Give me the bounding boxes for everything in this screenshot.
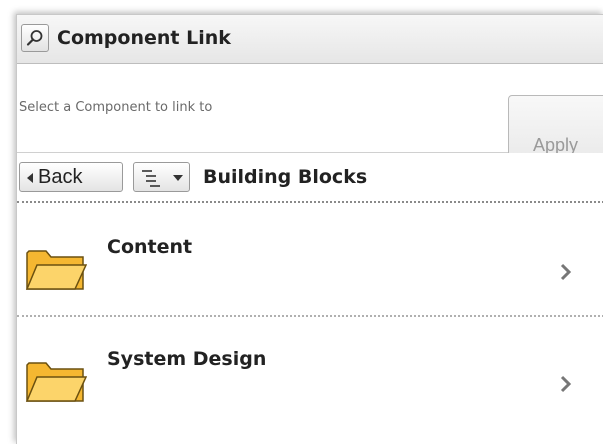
- breadcrumb: Building Blocks: [203, 166, 368, 188]
- view-options-button[interactable]: [133, 162, 190, 192]
- search-icon: [26, 30, 43, 46]
- list-item-label: System Design: [107, 348, 267, 370]
- navigation-bar: Back Building Blocks: [17, 153, 603, 203]
- search-button[interactable]: [21, 24, 49, 52]
- folder-icon: [25, 362, 87, 402]
- list-item-content[interactable]: Content: [17, 205, 603, 317]
- component-select-bar: Apply: [17, 64, 603, 169]
- list-view-icon: [142, 170, 160, 187]
- chevron-right-icon[interactable]: [560, 263, 572, 281]
- chevron-right-icon[interactable]: [560, 375, 572, 393]
- back-button[interactable]: Back: [19, 162, 123, 192]
- dialog-titlebar: Component Link: [17, 15, 603, 64]
- chevron-down-icon: [173, 175, 183, 181]
- folder-icon: [25, 250, 87, 290]
- back-arrow-icon: [27, 173, 33, 183]
- list-item-system-design[interactable]: System Design: [17, 317, 603, 427]
- component-link-dialog: Component Link Apply Back Building Block…: [16, 14, 603, 444]
- list-item-label: Content: [107, 236, 193, 258]
- back-button-label: Back: [38, 166, 83, 188]
- dialog-title: Component Link: [57, 27, 231, 49]
- component-search-input[interactable]: [19, 92, 479, 122]
